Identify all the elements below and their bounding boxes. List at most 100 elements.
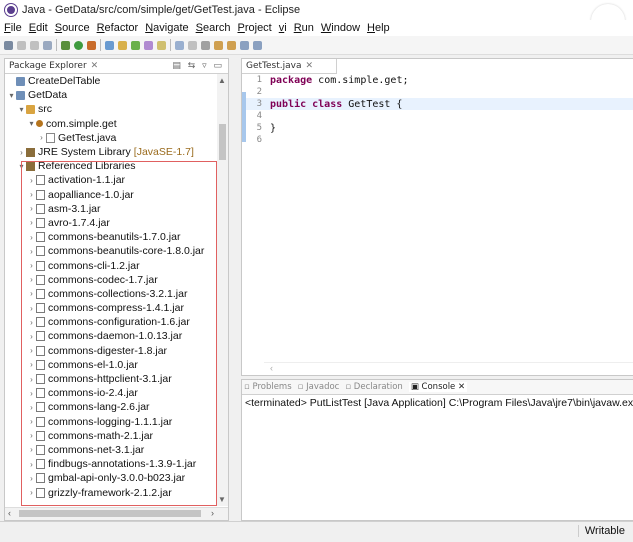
code-area[interactable]: 1 package com.simple.get; 2 3 public class G… [246, 74, 633, 146]
menu-source[interactable]: Source [55, 22, 90, 34]
menu-vi[interactable]: vi [279, 22, 287, 34]
back-icon[interactable] [240, 40, 249, 50]
view-menu-icons[interactable]: ▤ ⇆ ▿ ▭ [172, 61, 224, 71]
line-number: 3 [256, 99, 262, 109]
main-toolbar [0, 36, 633, 55]
eclipse-icon [5, 4, 17, 16]
keyword: public class [270, 98, 343, 110]
tree-item[interactable]: ▾ src [5, 102, 217, 116]
menu-file[interactable]: File [4, 22, 22, 34]
menu-navigate[interactable]: Navigate [145, 22, 188, 34]
vertical-scrollbar[interactable]: ▲ ▼ [217, 74, 228, 506]
tab-problems[interactable]: ▫ Problems [244, 382, 292, 392]
new-package-icon[interactable] [118, 40, 127, 50]
tree-item-label: src [38, 103, 52, 116]
scroll-right-icon[interactable]: › [211, 508, 214, 518]
proj-icon [16, 90, 25, 100]
menu-run[interactable]: Run [294, 22, 314, 34]
tab-declaration[interactable]: ▫ Declaration [345, 382, 402, 392]
console-tabs: ▫ Problems ▫ Javadoc ▫ Declaration ▣ Consol… [242, 380, 633, 395]
line-number: 2 [256, 87, 262, 97]
editor-tab-label: GetTest.java [246, 61, 302, 71]
code-line[interactable]: 5} [246, 122, 633, 134]
close-icon[interactable]: ✕ [91, 61, 99, 71]
line-number: 6 [256, 135, 262, 145]
menu-search[interactable]: Search [196, 22, 231, 34]
menu-help[interactable]: Help [367, 22, 390, 34]
code-text: } [270, 122, 277, 134]
toolbar-separator [56, 39, 57, 51]
console-output: <terminated> PutListTest [Java Applicati… [245, 397, 633, 409]
expanded-twisty-icon[interactable]: ▾ [27, 119, 36, 128]
package-explorer-tab[interactable]: Package Explorer ✕ ▤ ⇆ ▿ ▭ [5, 59, 228, 74]
new-class-icon[interactable] [131, 40, 140, 50]
src-icon [26, 104, 35, 114]
open-type-icon[interactable] [144, 40, 153, 50]
debug-icon[interactable] [61, 40, 70, 50]
collapsed-twisty-icon[interactable]: › [37, 133, 46, 142]
code-line[interactable]: 4 [246, 110, 633, 122]
tab-javadoc[interactable]: ▫ Javadoc [298, 382, 340, 392]
code-text: GetTest { [342, 98, 403, 110]
editor-tab[interactable]: GetTest.java ✕ [242, 59, 337, 74]
collapsed-twisty-icon[interactable]: › [17, 148, 26, 157]
prev-annotation-icon[interactable] [227, 40, 236, 50]
annotation-icon[interactable] [175, 40, 184, 50]
menu-project[interactable]: Project [238, 22, 272, 34]
proj-icon [16, 76, 25, 86]
code-line[interactable]: 1 package com.simple.get; [246, 74, 633, 86]
print-icon[interactable] [43, 40, 52, 50]
tree-item[interactable]: ▾ GetData [5, 88, 217, 102]
tree-item[interactable]: › JRE System Library [JavaSE-1.7] [5, 145, 217, 159]
expanded-twisty-icon[interactable]: ▾ [7, 91, 16, 100]
show-whitespace-icon[interactable] [201, 40, 210, 50]
forward-icon[interactable] [253, 40, 262, 50]
menu-refactor[interactable]: Refactor [97, 22, 139, 34]
scroll-left-icon[interactable]: ‹ [8, 508, 11, 518]
scroll-up-icon[interactable]: ▲ [218, 76, 226, 85]
jre-version: [JavaSE-1.7] [133, 146, 194, 159]
console-panel: ▫ Problems ▫ Javadoc ▫ Declaration ▣ Consol… [241, 379, 633, 521]
referenced-libraries-highlight [21, 161, 217, 506]
code-line[interactable]: 2 [246, 86, 633, 98]
lib-icon [26, 147, 35, 157]
line-number: 4 [256, 111, 262, 121]
new-icon[interactable] [4, 40, 13, 50]
toggle-mark-icon[interactable] [188, 40, 197, 50]
editor-horizontal-scrollbar[interactable]: ‹ [264, 362, 633, 375]
scroll-thumb[interactable] [219, 124, 226, 160]
window-title: Java - GetData/src/com/simple/get/GetTes… [22, 4, 301, 16]
line-number: 1 [256, 75, 262, 85]
tree-item-label: GetTest.java [58, 131, 117, 144]
tree-item-label: GetData [28, 89, 68, 102]
tab-console[interactable]: ▣ Console ✕ [408, 382, 468, 392]
close-icon[interactable]: ✕ [305, 61, 313, 71]
pkg-icon [36, 120, 43, 128]
scroll-left-icon[interactable]: ‹ [270, 363, 273, 373]
package-explorer-panel: Package Explorer ✕ ▤ ⇆ ▿ ▭ CreateDelTabl… [4, 58, 229, 521]
keyword: package [270, 74, 313, 86]
tree-item[interactable]: CreateDelTable [5, 74, 217, 88]
external-tools-icon[interactable] [87, 40, 96, 50]
tree-item-label: JRE System Library [38, 146, 131, 159]
tree-item[interactable]: › GetTest.java [5, 131, 217, 145]
toolbar-separator [170, 39, 171, 51]
new-java-project-icon[interactable] [105, 40, 114, 50]
scroll-down-icon[interactable]: ▼ [218, 495, 226, 504]
run-icon[interactable] [74, 40, 83, 50]
expanded-twisty-icon[interactable]: ▾ [17, 105, 26, 114]
editor-panel: GetTest.java ✕ 1 package com.simple.get; 2… [241, 58, 633, 376]
tree-item[interactable]: ▾ com.simple.get [5, 117, 217, 131]
code-line[interactable]: 3 public class GetTest { [246, 98, 633, 110]
hscroll-thumb[interactable] [19, 510, 201, 517]
next-annotation-icon[interactable] [214, 40, 223, 50]
code-line[interactable]: 6 [246, 134, 633, 146]
menu-edit[interactable]: Edit [29, 22, 48, 34]
menu-window[interactable]: Window [321, 22, 360, 34]
save-icon[interactable] [17, 40, 26, 50]
package-explorer-tab-label: Package Explorer [9, 61, 87, 71]
tree-item-label: CreateDelTable [28, 75, 101, 88]
save-all-icon[interactable] [30, 40, 39, 50]
search-icon[interactable] [157, 40, 166, 50]
horizontal-scrollbar[interactable]: ‹ › [5, 507, 228, 520]
